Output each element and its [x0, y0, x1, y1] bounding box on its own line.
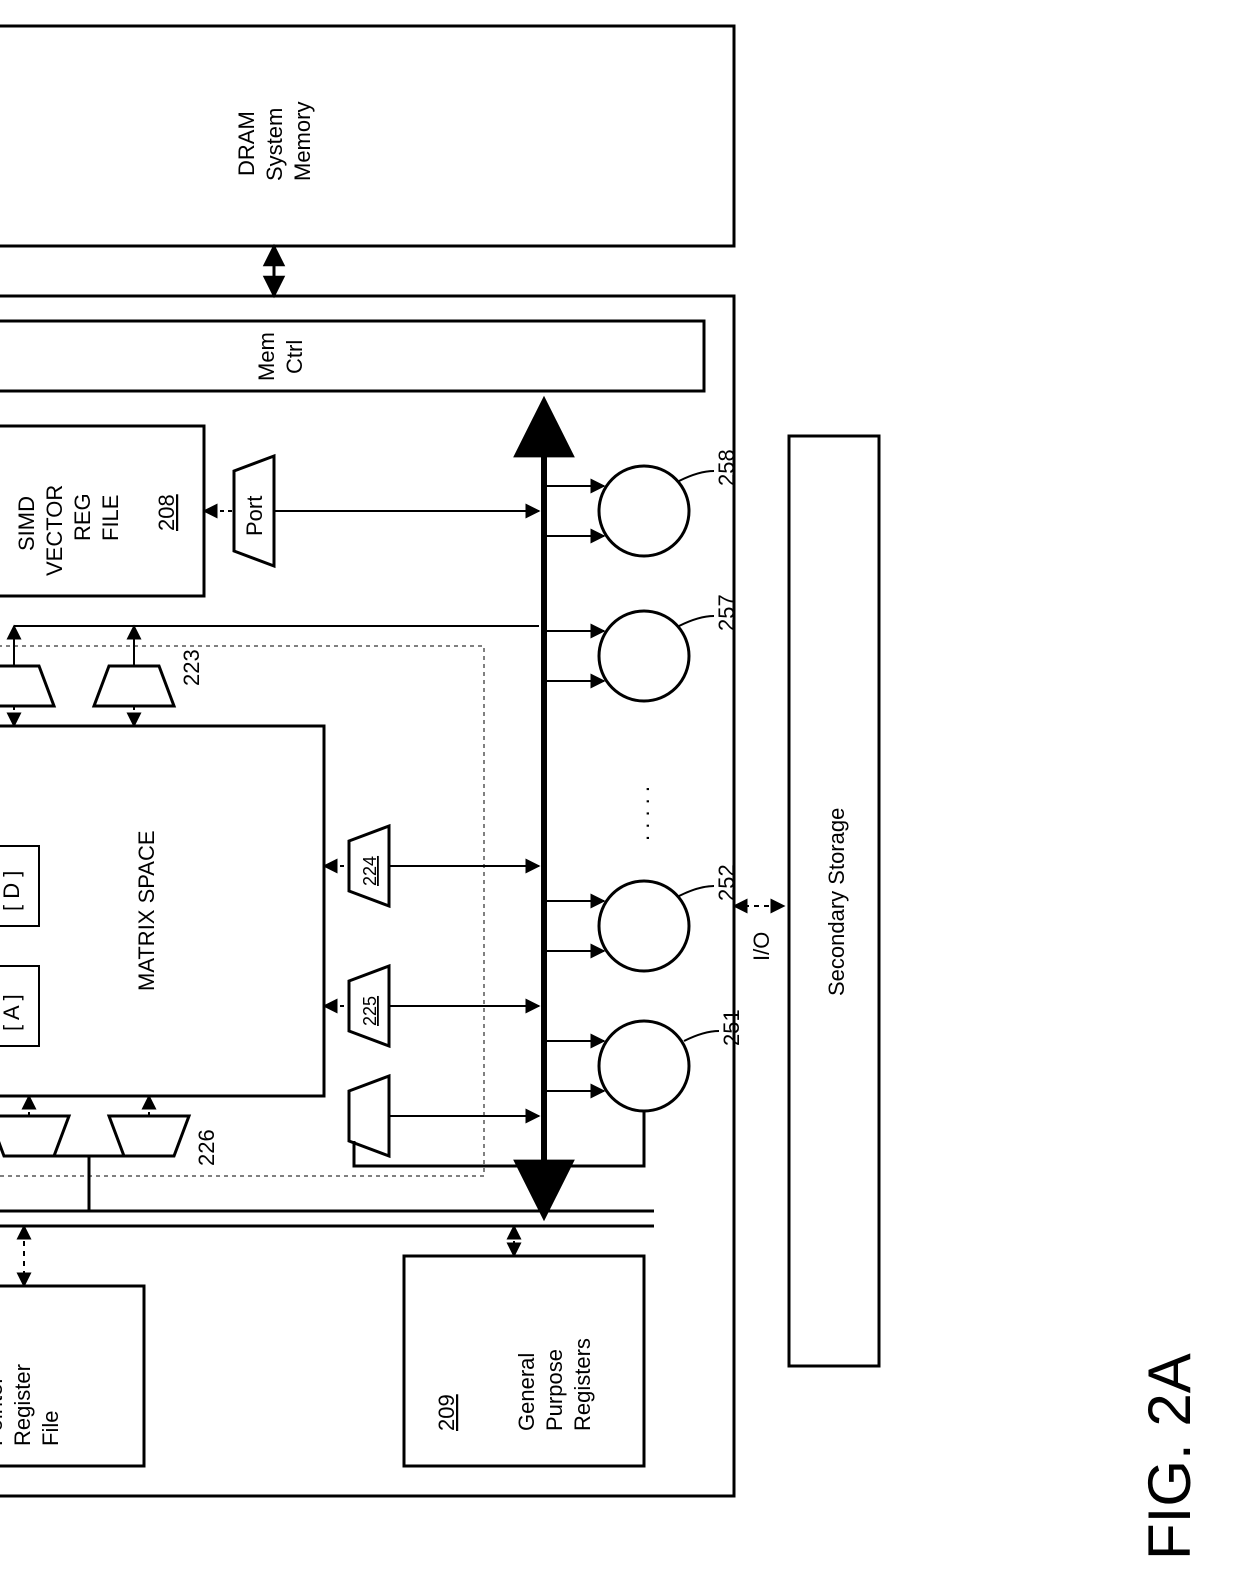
svg-text:Ctrl: Ctrl [282, 340, 307, 374]
svg-text:DRAM: DRAM [234, 111, 259, 176]
matrix-pointer-register-file: Matrix Pointer Register File [0, 1286, 144, 1466]
simd-vector-reg-file: SIMD VECTOR REG FILE 208 [0, 426, 204, 596]
exec-unit-252 [599, 881, 689, 971]
svg-text:225: 225 [360, 996, 380, 1026]
svg-text:SIMD: SIMD [14, 496, 39, 551]
port-225: 225 [349, 966, 389, 1046]
svg-text:Memory: Memory [290, 102, 315, 181]
ref-257: 257 [714, 594, 739, 631]
svg-text:File: File [38, 1411, 63, 1446]
svg-text:MATRIX SPACE: MATRIX SPACE [134, 830, 159, 991]
svg-text:Port: Port [242, 496, 267, 536]
exec-unit-257 [599, 611, 689, 701]
figure-label: FIG. 2A [1136, 1353, 1203, 1560]
matrix-space: MATRIX SPACE [ A ] [ D ] [0, 726, 324, 1096]
svg-text:Secondary Storage: Secondary Storage [824, 808, 849, 996]
dram-system-memory: 261 DRAM System Memory [0, 26, 734, 246]
ref-223: 223 [179, 649, 204, 686]
simd-port: Port [234, 456, 274, 566]
io-label: I/O [749, 932, 774, 961]
svg-text:[ A ]: [ A ] [0, 994, 24, 1031]
svg-text:Purpose: Purpose [542, 1349, 567, 1431]
svg-text:[ D ]: [ D ] [0, 871, 24, 911]
port-223 [94, 666, 174, 706]
svg-text:REG: REG [70, 493, 95, 541]
ref-226: 226 [194, 1129, 219, 1166]
svg-text:Pointer: Pointer [0, 1376, 7, 1446]
svg-text:224: 224 [360, 856, 380, 886]
svg-text:Register: Register [10, 1364, 35, 1446]
port-226 [109, 1116, 189, 1156]
exec-unit-258 [599, 466, 689, 556]
general-purpose-registers: 209 General Purpose Registers [404, 1256, 644, 1466]
mem-ctrl: Mem Ctrl [0, 321, 704, 391]
svg-text:General: General [514, 1353, 539, 1431]
port-222 [0, 666, 54, 706]
svg-text:Mem: Mem [254, 332, 279, 381]
processor-box [0, 296, 734, 1496]
svg-text:Registers: Registers [570, 1338, 595, 1431]
svg-text:209: 209 [434, 1394, 459, 1431]
port-224: 224 [349, 826, 389, 906]
ref-252: 252 [714, 864, 739, 901]
svg-text:208: 208 [154, 494, 179, 531]
ref-251: 251 [719, 1009, 744, 1046]
svg-text:VECTOR: VECTOR [42, 485, 67, 576]
port-227 [0, 1116, 69, 1156]
exec-unit-251 [599, 1021, 689, 1111]
ref-258: 258 [714, 449, 739, 486]
svg-text:FILE: FILE [98, 495, 123, 541]
svg-text:System: System [262, 108, 287, 181]
dots: . . . . . [629, 786, 654, 841]
secondary-storage: Secondary Storage [789, 436, 879, 1366]
